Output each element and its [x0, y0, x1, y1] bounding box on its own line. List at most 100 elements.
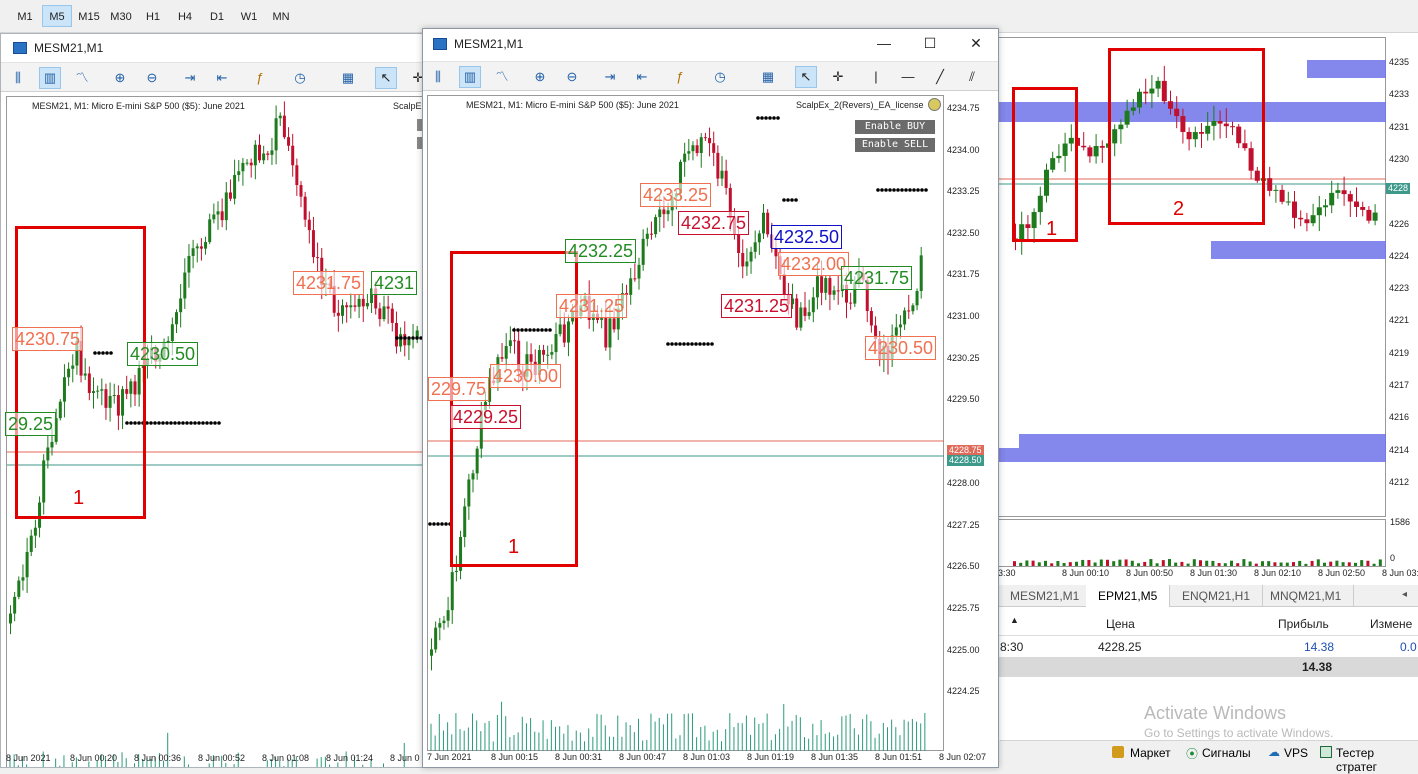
- timeframe-m30[interactable]: M30: [106, 5, 136, 27]
- chart-tab[interactable]: MNQM21,M1: [1258, 585, 1355, 607]
- cursor-icon[interactable]: ↖: [795, 66, 817, 88]
- candle-body: [695, 145, 699, 154]
- zoom-in-icon[interactable]: ⊕: [529, 66, 551, 88]
- left-chart-area[interactable]: MESM21, M1: Micro E-mini S&P 500 ($5): J…: [5, 96, 423, 767]
- status-tester[interactable]: Тестер стратег: [1336, 746, 1418, 774]
- timeframe-mn[interactable]: MN: [266, 5, 296, 27]
- timeframe-h4[interactable]: H4: [170, 5, 200, 27]
- col-header-change[interactable]: Измене: [1370, 617, 1412, 631]
- volume-bar: [1310, 560, 1314, 566]
- candle-body: [803, 307, 807, 316]
- volume-bars: [1013, 559, 1382, 566]
- chart-tab[interactable]: MESM21,M1: [998, 585, 1093, 607]
- indicators-icon[interactable]: ƒ: [249, 67, 271, 89]
- candle-body: [633, 278, 637, 280]
- timeframe-m15[interactable]: M15: [74, 5, 104, 27]
- sort-arrow-icon[interactable]: ▲: [1010, 615, 1019, 625]
- candle-body: [220, 211, 224, 221]
- window-title-bar[interactable]: MESM21,M1 — ☐ ✕: [423, 29, 998, 59]
- candle-body: [1360, 206, 1366, 210]
- level-label: 4230.50: [865, 336, 937, 360]
- timeframe-h1[interactable]: H1: [138, 5, 168, 27]
- candle-body: [278, 115, 282, 119]
- indicators-icon[interactable]: ƒ: [669, 66, 691, 88]
- candle-body: [216, 211, 220, 215]
- time-tick-label: 3:30: [998, 568, 1016, 578]
- candle-body: [1372, 212, 1378, 221]
- level-label: 4232.50: [771, 225, 843, 249]
- minimize-button[interactable]: —: [861, 29, 907, 57]
- volume-bar: [1242, 559, 1246, 566]
- candle-body: [175, 312, 178, 325]
- crosshair-icon[interactable]: ✛: [827, 66, 849, 88]
- signals-icon[interactable]: ⦿: [1186, 745, 1198, 762]
- signal-dot: [764, 116, 768, 120]
- zoom-out-icon[interactable]: ⊖: [141, 67, 163, 89]
- volume-bar: [1298, 560, 1302, 566]
- timeframe-d1[interactable]: D1: [202, 5, 232, 27]
- candle-body: [1292, 201, 1297, 218]
- right-chart-area[interactable]: 1 2: [998, 37, 1387, 517]
- candle-body: [894, 327, 898, 336]
- signal-dot: [794, 198, 798, 202]
- vertical-line-icon[interactable]: |: [865, 66, 887, 88]
- chart-tab[interactable]: ENQM21,H1: [1170, 585, 1264, 607]
- line-chart-icon[interactable]: 〽: [491, 66, 513, 88]
- volume-bar: [1267, 561, 1271, 566]
- close-button[interactable]: ✕: [953, 29, 998, 57]
- col-header-profit[interactable]: Прибыль: [1278, 617, 1329, 631]
- candle-body: [187, 255, 191, 273]
- volume-bar: [1143, 561, 1147, 566]
- candle-chart-icon[interactable]: ▥: [459, 66, 481, 88]
- horizontal-line-icon[interactable]: —: [897, 66, 919, 88]
- bar-chart-icon[interactable]: ⫼: [7, 67, 29, 89]
- zoom-out-icon[interactable]: ⊖: [561, 66, 583, 88]
- bar-chart-icon[interactable]: ⫼: [427, 66, 449, 88]
- volume-bar: [1360, 560, 1364, 566]
- candle-chart-icon[interactable]: ▥: [39, 67, 61, 89]
- chart-shift-icon[interactable]: ⇤: [211, 67, 233, 89]
- table-row[interactable]: 8:30 4228.25 14.38 0.0: [998, 635, 1418, 657]
- timeframe-m5[interactable]: M5: [42, 5, 72, 27]
- timeframe-w1[interactable]: W1: [234, 5, 264, 27]
- price-tick-label: 4234.75: [947, 103, 980, 113]
- status-market[interactable]: Маркет: [1130, 746, 1171, 760]
- candle-body: [204, 242, 208, 249]
- fibonacci-icon[interactable]: ⫽: [961, 66, 983, 88]
- vps-icon[interactable]: ☁: [1268, 745, 1280, 759]
- status-signals[interactable]: Сигналы: [1202, 746, 1251, 760]
- tester-icon[interactable]: [1320, 746, 1332, 758]
- autoscroll-icon[interactable]: ⇥: [599, 66, 621, 88]
- candle-body: [287, 137, 291, 146]
- candle-body: [708, 137, 712, 144]
- signal-dot: [666, 342, 670, 346]
- candle-body: [691, 145, 695, 152]
- autoscroll-icon[interactable]: ⇥: [179, 67, 201, 89]
- chart-window-icon: [433, 38, 447, 50]
- zoom-in-icon[interactable]: ⊕: [109, 67, 131, 89]
- volume-bar: [1205, 560, 1209, 566]
- window-title-bar[interactable]: MESM21,M1: [1, 34, 423, 62]
- status-vps[interactable]: VPS: [1284, 746, 1308, 760]
- signal-dot: [217, 421, 221, 425]
- candle-body: [341, 305, 344, 316]
- middle-chart-area[interactable]: MESM21, M1: Micro E-mini S&P 500 ($5): J…: [427, 95, 945, 752]
- tabs-scroll-left-icon[interactable]: ◂: [1402, 589, 1407, 600]
- market-lock-icon[interactable]: [1112, 746, 1124, 758]
- templates-icon[interactable]: ▦: [337, 67, 359, 89]
- chart-tab[interactable]: EPM21,M5: [1086, 585, 1171, 607]
- line-chart-icon[interactable]: 〽: [71, 67, 93, 89]
- trendline-icon[interactable]: ╱: [929, 66, 951, 88]
- maximize-button[interactable]: ☐: [907, 29, 953, 57]
- timeframe-m1[interactable]: M1: [10, 5, 40, 27]
- col-header-price[interactable]: Цена: [1106, 617, 1135, 631]
- templates-icon[interactable]: ▦: [757, 66, 779, 88]
- signal-dot: [407, 336, 411, 340]
- chart-shift-icon[interactable]: ⇤: [631, 66, 653, 88]
- cursor-icon[interactable]: ↖: [375, 67, 397, 89]
- signal-dot: [690, 342, 694, 346]
- candle-body: [749, 251, 753, 262]
- periods-clock-icon[interactable]: ◷: [289, 67, 311, 89]
- candle-body: [1354, 201, 1359, 207]
- periods-clock-icon[interactable]: ◷: [709, 66, 731, 88]
